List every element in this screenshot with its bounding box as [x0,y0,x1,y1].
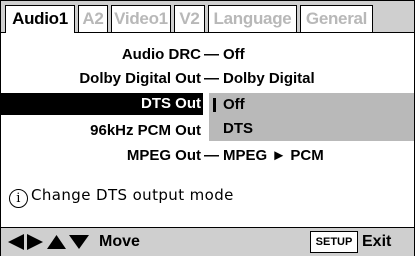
menu-item-mpeg-out[interactable]: MPEG Out — MPEG ► PCM [1,145,414,167]
menu-item-96khz-pcm-out[interactable]: 96kHz PCM Out [1,120,414,142]
help-text-line: i Change DTS output mode [9,184,234,208]
text-cursor [213,98,216,112]
96khz-pcm-out-label: 96kHz PCM Out [90,122,201,139]
mpeg-out-value: MPEG ► PCM [223,147,324,164]
dolby-digital-out-separator: — [204,70,219,87]
up-arrow-icon [47,235,66,249]
dolby-digital-out-value: Dolby Digital [223,70,315,87]
menu-item-dolby-digital-out[interactable]: Dolby Digital Out — Dolby Digital [1,68,414,90]
audio-drc-label: Audio DRC [121,46,201,63]
right-arrow-icon [27,234,43,250]
dts-option-off-label: Off [223,96,245,113]
left-arrow-icon [8,234,24,250]
tab-video1[interactable]: Video1 [111,5,171,32]
tab-v2[interactable]: V2 [174,5,205,32]
tab-audio1[interactable]: Audio1 [5,5,75,33]
menu-item-audio-drc[interactable]: Audio DRC — Off [1,44,414,66]
dolby-digital-out-label: Dolby Digital Out [79,70,201,87]
tab-general[interactable]: General [300,5,373,32]
exit-label: Exit [362,233,392,250]
info-icon: i [9,189,28,208]
tab-language[interactable]: Language [208,5,297,32]
down-arrow-icon [69,235,89,249]
mpeg-out-label: MPEG Out [126,147,201,164]
audio-drc-value: Off [223,46,245,63]
mpeg-out-separator: — [204,147,219,164]
tab-a2[interactable]: A2 [78,5,108,32]
tab-bar: Audio1 A2 Video1 V2 Language General [1,1,414,33]
dvd-setup-screen: Audio1 A2 Video1 V2 Language General Aud… [0,0,415,256]
nav-arrows [7,234,97,250]
move-label: Move [99,233,140,250]
bottom-bar: Move SETUP Exit [1,227,414,256]
setup-button[interactable]: SETUP [310,231,358,253]
audio-drc-separator: — [204,46,219,63]
help-text: Change DTS output mode [31,186,234,204]
dts-out-label: DTS Out [141,95,201,112]
dts-option-off[interactable]: Off [209,93,414,117]
